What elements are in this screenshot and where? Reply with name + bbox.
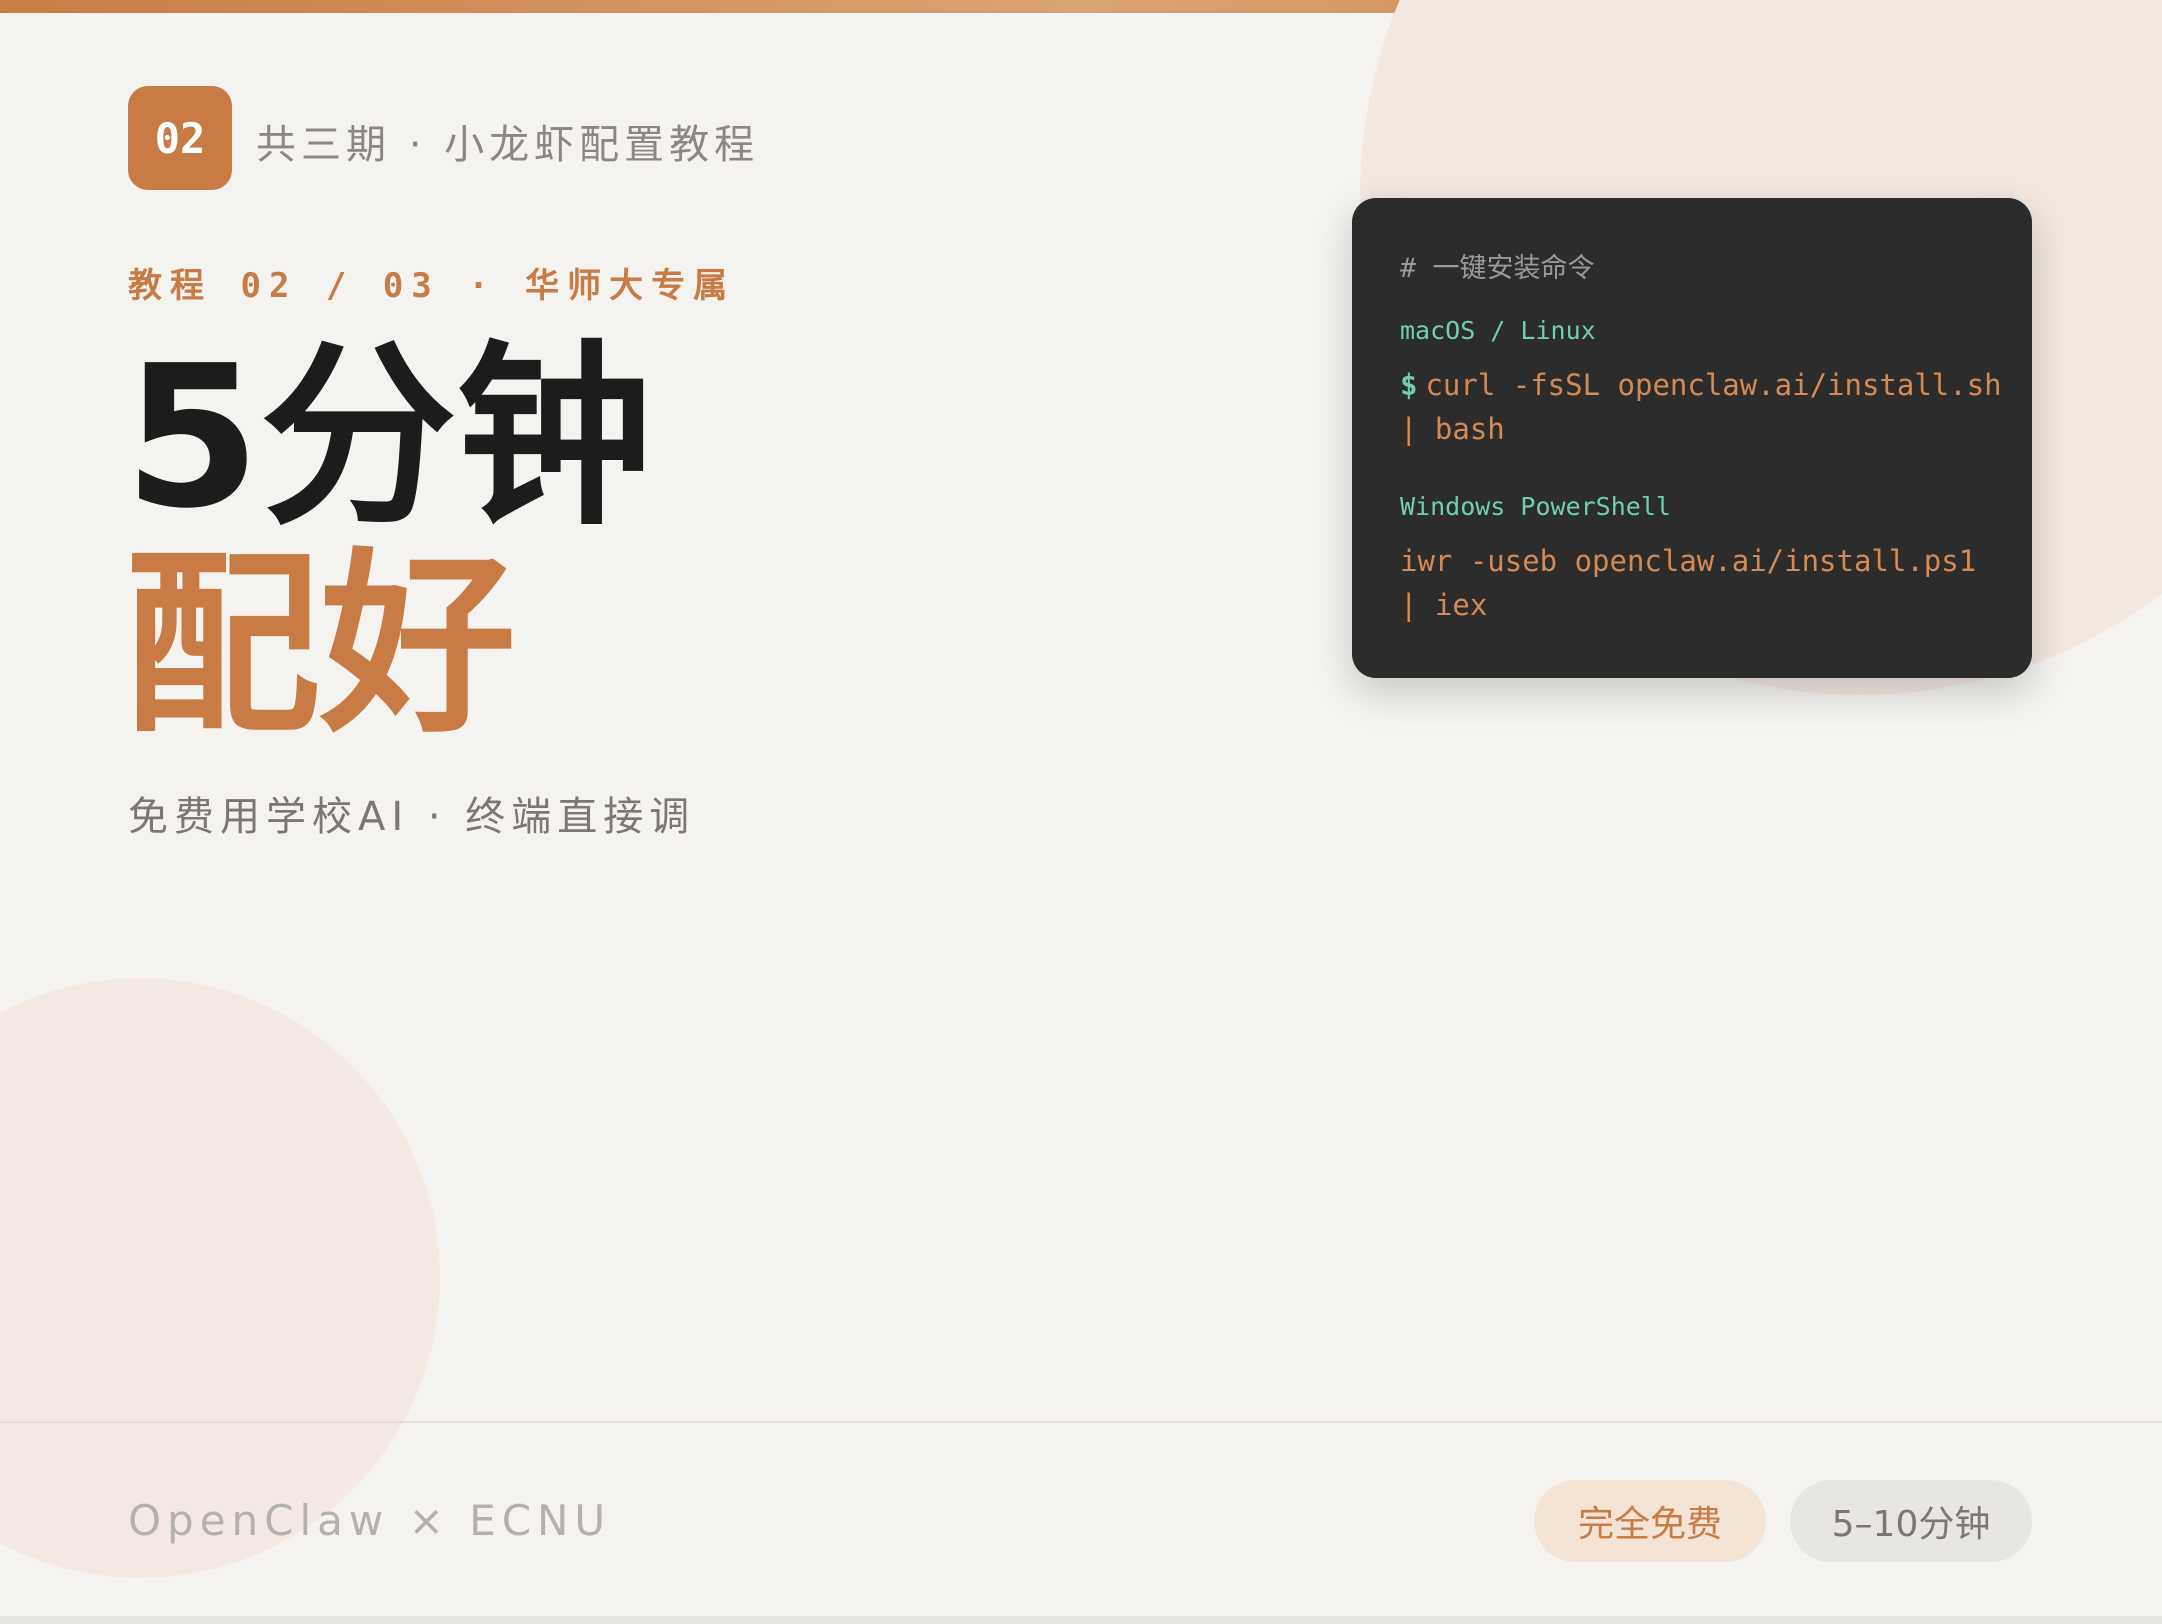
terminal-command-macos-pipe[interactable]: | bash: [1400, 412, 1505, 446]
prompt-symbol: $: [1400, 368, 1418, 402]
terminal-command-windows[interactable]: iwr -useb openclaw.ai/install.ps1: [1400, 544, 1976, 578]
duration-badge: 5–10分钟: [1790, 1480, 2032, 1562]
free-badge: 完全免费: [1534, 1480, 1766, 1562]
headline-line-2: 配好: [124, 532, 517, 760]
command-text: curl -fsSL openclaw.ai/install.sh: [1425, 368, 2002, 402]
headline-line-1: 5分钟: [124, 324, 653, 552]
tutorial-eyebrow: 教程 02 / 03 · 华师大专属: [128, 266, 736, 306]
terminal-label-windows: Windows PowerShell: [1400, 492, 1671, 521]
terminal-label-macos: macOS / Linux: [1400, 316, 1596, 345]
terminal-comment: # 一键安装命令: [1400, 253, 1595, 284]
slide: 02 共三期 · 小龙虾配置教程 教程 02 / 03 · 华师大专属 5分钟 …: [0, 0, 2162, 1624]
series-title: 共三期 · 小龙虾配置教程: [256, 122, 760, 168]
terminal-command-windows-pipe[interactable]: | iex: [1400, 588, 1487, 622]
episode-badge: 02: [128, 86, 232, 190]
footer-brand: OpenClaw × ECNU: [128, 1496, 612, 1545]
footer-divider: [0, 1421, 2162, 1423]
decor-circle-bottom-left: [0, 978, 440, 1578]
terminal-command-macos[interactable]: $ curl -fsSL openclaw.ai/install.sh: [1400, 368, 2002, 402]
bottom-strip: [0, 1616, 2162, 1624]
install-command-terminal: # 一键安装命令 macOS / Linux $ curl -fsSL openc…: [1352, 198, 2032, 678]
tagline: 免费用学校AI · 终端直接调: [128, 794, 696, 840]
